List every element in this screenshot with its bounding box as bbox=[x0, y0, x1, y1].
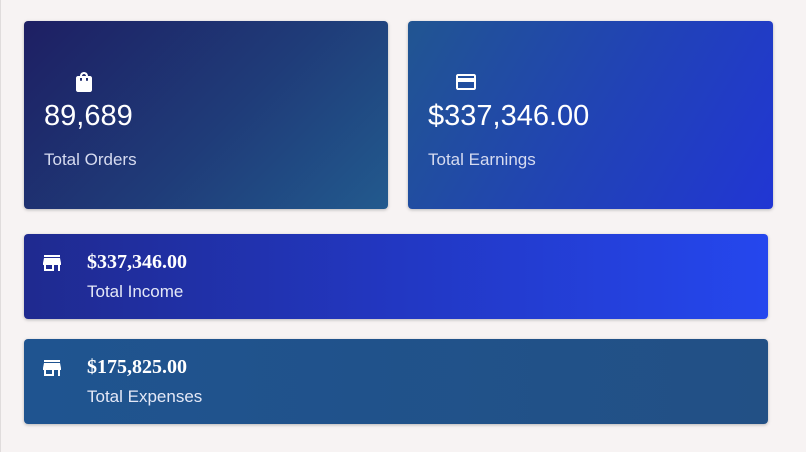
credit-card-icon bbox=[454, 70, 478, 94]
total-income-card: $337,346.00 Total Income bbox=[24, 234, 768, 319]
store-icon bbox=[40, 251, 64, 275]
store-icon bbox=[40, 356, 64, 380]
total-expenses-label: Total Expenses bbox=[87, 387, 203, 406]
total-orders-card: 89,689 Total Orders bbox=[24, 21, 388, 209]
total-income-label: Total Income bbox=[87, 282, 184, 301]
total-expenses-card: $175,825.00 Total Expenses bbox=[24, 339, 768, 424]
total-income-value: $337,346.00 bbox=[87, 251, 187, 273]
total-earnings-label: Total Earnings bbox=[428, 150, 536, 169]
total-earnings-card: $337,346.00 Total Earnings bbox=[408, 21, 773, 209]
total-expenses-value: $175,825.00 bbox=[87, 356, 187, 378]
total-earnings-value: $337,346.00 bbox=[428, 100, 590, 132]
total-orders-label: Total Orders bbox=[44, 150, 137, 169]
shopping-bag-icon bbox=[72, 70, 96, 94]
total-orders-value: 89,689 bbox=[44, 100, 133, 132]
